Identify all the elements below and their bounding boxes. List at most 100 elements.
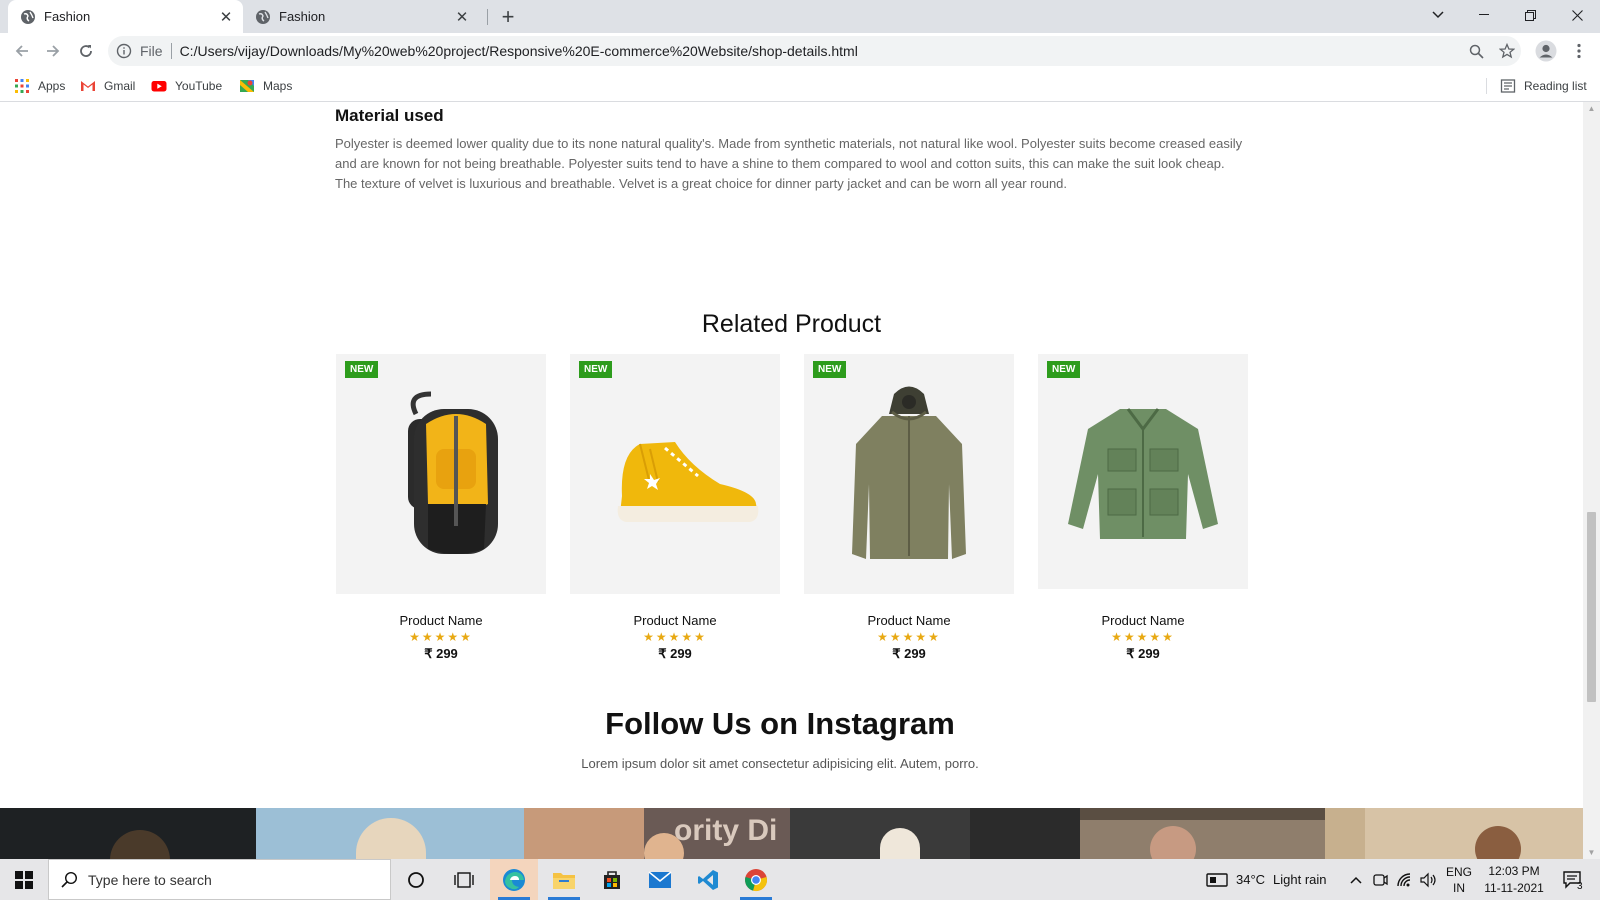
instagram-photo[interactable] [790,808,1080,859]
zoom-icon[interactable] [1462,37,1490,65]
windows-logo-icon [15,870,33,889]
volume-icon[interactable] [1420,859,1438,900]
tab-title: Fashion [44,9,91,24]
product-image[interactable]: NEW [804,354,1014,594]
product-name[interactable]: Product Name [1038,613,1248,628]
tab-search-chevron-icon[interactable] [1415,0,1461,30]
clock-date: 11-11-2021 [1484,880,1544,895]
instagram-photo[interactable] [1080,808,1325,859]
product-price: ₹ 299 [892,646,926,661]
product-name[interactable]: Product Name [336,613,546,628]
signage-text: ority Di [674,814,778,847]
language-code: ENG [1446,864,1473,879]
bookmark-separator [1486,78,1487,94]
instagram-heading: Follow Us on Instagram [605,706,955,741]
reading-list-icon [1500,79,1516,93]
material-heading: Material used [335,106,444,125]
instagram-subtitle: Lorem ipsum dolor sit amet consectetur a… [581,756,979,771]
product-card[interactable]: NEW Product Name ★★★★★ ₹ 299 [570,354,780,662]
star-rating: ★★★★★ [877,630,941,644]
instagram-photo[interactable] [0,808,256,859]
bookmark-gmail[interactable]: Gmail [80,76,135,96]
product-image[interactable]: NEW [570,354,780,594]
info-icon[interactable] [116,43,132,59]
bookmark-youtube[interactable]: YouTube [151,76,222,96]
shirt-jacket-image [1068,408,1218,539]
tab-fashion-active[interactable]: Fashion ✕ [8,0,243,33]
cortana-icon[interactable] [392,859,440,900]
browser-toolbar: File C:/Users/vijay/Downloads/My%20web%2… [0,33,1600,70]
product-name[interactable]: Product Name [804,613,1014,628]
mail-icon[interactable] [636,859,684,900]
new-tab-button[interactable]: + [496,4,520,29]
bookmark-star-icon[interactable] [1493,37,1521,65]
wifi-icon[interactable] [1396,859,1414,900]
tab-fashion[interactable]: Fashion ✕ [243,0,479,33]
product-card[interactable]: NEW Product Name ★★★★★ ₹ 299 [804,354,1014,662]
url-text[interactable]: C:/Users/vijay/Downloads/My%20web%20proj… [180,43,858,59]
notification-center-button[interactable]: 3 [1556,859,1590,900]
weather-condition: Light rain [1273,872,1327,887]
close-tab-icon[interactable]: ✕ [451,6,473,28]
profile-avatar-icon[interactable] [1532,37,1560,65]
bookmark-apps[interactable]: Apps [14,76,65,96]
system-clock[interactable]: 12:03 PM 11-11-2021 [1483,859,1545,900]
microsoft-store-icon[interactable] [588,859,636,900]
youtube-icon [151,81,167,92]
instagram-photo[interactable]: ority Di [524,808,790,859]
product-image[interactable]: NEW [336,354,546,594]
minimize-button[interactable] [1461,0,1507,30]
forward-arrow-icon[interactable] [39,37,67,65]
hooded-jacket-image [852,386,966,559]
edge-browser-icon[interactable] [490,859,538,900]
material-description: Polyester is deemed lower quality due to… [335,136,1243,191]
task-view-icon[interactable] [440,859,488,900]
page-viewport: Material used Polyester is deemed lower … [0,102,1583,859]
instagram-gallery: ority Di [0,808,1583,859]
menu-kebab-icon[interactable] [1565,37,1593,65]
vscode-icon[interactable] [684,859,732,900]
address-bar[interactable]: File C:/Users/vijay/Downloads/My%20web%2… [108,36,1521,66]
product-image[interactable]: NEW [1038,354,1248,589]
weather-icon [1206,872,1228,887]
chrome-icon[interactable] [732,859,780,900]
close-tab-icon[interactable]: ✕ [215,6,237,28]
page-scrollbar[interactable]: ▲ ▼ [1583,102,1600,859]
product-price: ₹ 299 [1126,646,1160,661]
star-rating: ★★★★★ [643,630,707,644]
reload-icon[interactable] [72,37,100,65]
scroll-up-icon[interactable]: ▲ [1587,104,1596,113]
product-card[interactable]: NEW Product Name ★★★★★ ₹ 299 [1038,354,1248,662]
product-card[interactable]: NEW Product Name ★★★★★ ₹ 299 [336,354,546,662]
close-window-button[interactable] [1554,0,1600,30]
instagram-photo[interactable] [1325,808,1583,859]
back-arrow-icon[interactable] [8,37,36,65]
meet-now-icon[interactable] [1372,859,1388,900]
reading-list-button[interactable]: Reading list [1500,76,1587,96]
bookmark-label: YouTube [175,79,223,93]
bookmark-label: Apps [38,79,66,93]
bookmark-maps[interactable]: Maps [239,76,292,96]
related-product-heading: Related Product [701,310,882,338]
language-indicator[interactable]: ENG IN [1446,859,1472,900]
windows-start-button[interactable] [0,859,48,900]
bookmarks-bar: Apps Gmail YouTube Maps Reading list [0,70,1600,102]
product-price: ₹ 299 [658,646,692,661]
tab-strip: Fashion ✕ Fashion ✕ + [0,0,1600,33]
scroll-thumb[interactable] [1587,512,1596,702]
instagram-photo[interactable] [256,808,524,859]
globe-icon [256,9,270,24]
address-separator [170,43,172,59]
star-rating: ★★★★★ [409,630,473,644]
weather-widget[interactable]: 34°C Light rain [1206,859,1327,900]
file-explorer-icon[interactable] [540,859,588,900]
windows-taskbar: Type here to search 34°C Light rain ENG … [0,859,1600,900]
product-price: ₹ 299 [424,646,458,661]
restore-button[interactable] [1507,0,1553,30]
taskbar-search-box[interactable]: Type here to search [48,859,391,900]
language-region: IN [1453,880,1465,895]
product-name[interactable]: Product Name [570,613,780,628]
scroll-down-icon[interactable]: ▼ [1587,848,1596,857]
search-icon [61,871,78,888]
tray-overflow-chevron-icon[interactable] [1349,859,1363,900]
